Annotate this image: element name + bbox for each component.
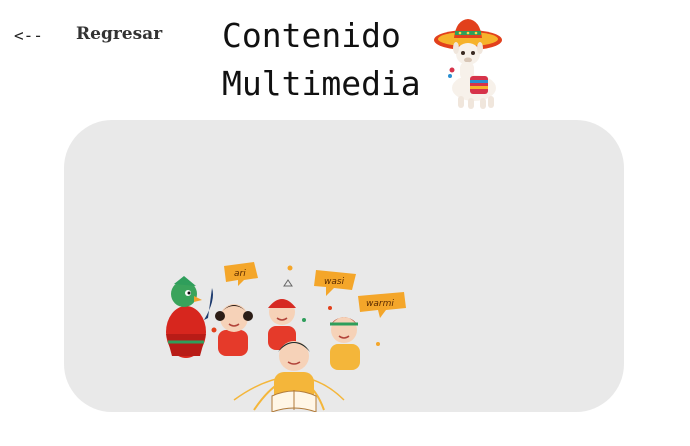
page-title: Contenido Multimedia (222, 12, 432, 108)
word-bubble-warmi: warmi (358, 292, 406, 318)
back-button[interactable]: Regresar (76, 24, 162, 44)
parrot-icon (166, 276, 213, 358)
back-arrow-icon[interactable]: <-- (14, 26, 43, 45)
svg-text:ari: ari (234, 269, 246, 279)
child-figure (271, 341, 317, 412)
svg-text:wasi: wasi (324, 277, 345, 287)
llama-mascot-icon (434, 19, 502, 109)
word-bubble-wasi: wasi (314, 270, 356, 296)
page-title-line-2: Multimedia (222, 64, 421, 103)
kids-learning-illustration: ari wasi warmi (166, 262, 406, 412)
word-bubble-ari: ari (224, 262, 258, 286)
multimedia-card[interactable]: ari wasi warmi (64, 120, 624, 412)
child-figure (330, 317, 360, 370)
child-figure (215, 304, 253, 356)
page-title-line-1: Contenido (222, 16, 401, 55)
svg-text:warmi: warmi (366, 299, 394, 309)
